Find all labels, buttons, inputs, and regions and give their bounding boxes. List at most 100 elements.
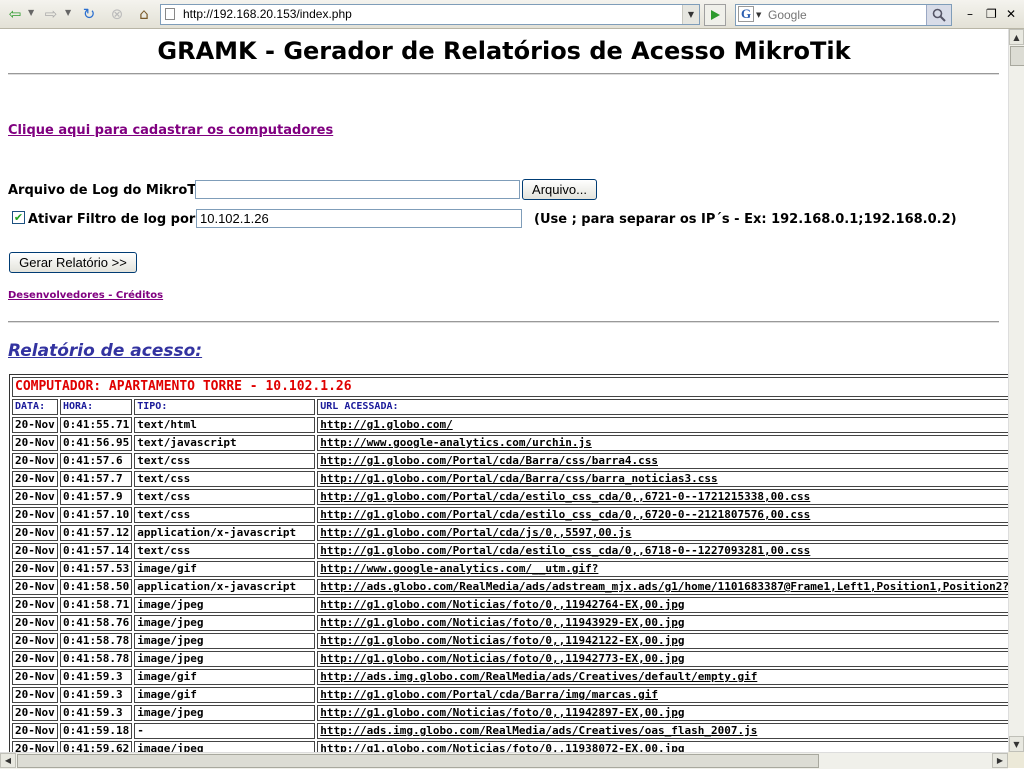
cell-type: application/x-javascript [134, 579, 316, 595]
cell-type: - [134, 723, 316, 739]
horizontal-scrollbar[interactable]: ◀ ▶ [0, 752, 1008, 769]
url-link[interactable]: http://g1.globo.com/Portal/cda/Barra/css… [320, 454, 658, 467]
cell-date: 20-Nov [12, 507, 58, 523]
url-link[interactable]: http://g1.globo.com/Portal/cda/Barra/img… [320, 688, 658, 701]
page-icon [165, 8, 175, 20]
table-row: 20-Nov 0:41:58.50 application/x-javascript… [12, 579, 1008, 595]
go-button[interactable] [704, 4, 726, 26]
url-link[interactable]: http://g1.globo.com/ [320, 418, 452, 431]
cell-time: 0:41:58.71 [60, 597, 133, 613]
cell-type: image/gif [134, 669, 316, 685]
ip-filter-checkbox[interactable]: ✔ [12, 211, 25, 224]
url-link[interactable]: http://g1.globo.com/Noticias/foto/0,,119… [320, 706, 684, 719]
cell-type: image/jpeg [134, 633, 316, 649]
cell-type: image/jpeg [134, 651, 316, 667]
url-link[interactable]: http://g1.globo.com/Portal/cda/estilo_cs… [320, 544, 810, 557]
cell-date: 20-Nov [12, 579, 58, 595]
search-box[interactable]: G ▼ [735, 4, 952, 26]
search-input[interactable] [768, 7, 918, 22]
scroll-up-arrow-icon[interactable]: ▲ [1009, 29, 1024, 45]
cell-time: 0:41:57.10 [60, 507, 133, 523]
divider [8, 73, 999, 75]
browse-file-button[interactable]: Arquivo... [522, 179, 597, 200]
computer-header: COMPUTADOR: APARTAMENTO TORRE - 10.102.1… [12, 377, 1008, 397]
log-file-label: Arquivo de Log do MikroTik: [8, 183, 215, 198]
search-icon [932, 8, 946, 22]
report-title: Relatório de acesso: [8, 341, 203, 361]
back-arrow-icon[interactable]: ⇦ [4, 3, 26, 25]
table-row: 20-Nov 0:41:59.62 image/jpeg http://g1.glob… [12, 741, 1008, 752]
scroll-down-arrow-icon[interactable]: ▼ [1009, 736, 1024, 752]
search-engine-dropdown-icon[interactable]: ▼ [756, 11, 761, 19]
url-link[interactable]: http://g1.globo.com/Portal/cda/js/0,,559… [320, 526, 631, 539]
cell-time: 0:41:59.3 [60, 687, 133, 703]
stop-icon[interactable]: ⊗ [106, 3, 128, 25]
reload-icon[interactable]: ↻ [78, 3, 100, 25]
url-link[interactable]: http://g1.globo.com/Noticias/foto/0,,119… [320, 634, 684, 647]
cell-url: http://g1.globo.com/Noticias/foto/0,,119… [317, 597, 1008, 613]
minimize-icon[interactable]: – [967, 7, 973, 21]
url-link[interactable]: http://ads.globo.com/RealMedia/ads/adstr… [320, 580, 1008, 593]
table-row: 20-Nov 0:41:57.12 application/x-javascript… [12, 525, 1008, 541]
url-link[interactable]: http://g1.globo.com/Noticias/foto/0,,119… [320, 742, 684, 752]
home-icon[interactable]: ⌂ [133, 3, 155, 25]
address-bar[interactable]: ▼ [160, 4, 700, 25]
cell-date: 20-Nov [12, 543, 58, 559]
url-link[interactable]: http://g1.globo.com/Portal/cda/estilo_cs… [320, 508, 810, 521]
search-button[interactable] [926, 5, 951, 25]
forward-history-dropdown-icon[interactable]: ▼ [65, 8, 71, 17]
cell-url: http://g1.globo.com/Portal/cda/Barra/css… [317, 453, 1008, 469]
cell-time: 0:41:56.95 [60, 435, 133, 451]
table-row: 20-Nov 0:41:57.6 text/css http://g1.globo.c… [12, 453, 1008, 469]
generate-report-button[interactable]: Gerar Relatório >> [9, 252, 137, 273]
cell-type: text/css [134, 489, 316, 505]
search-engine-icon[interactable]: G [738, 6, 754, 22]
vertical-scrollbar[interactable]: ▲ ▼ [1008, 29, 1024, 752]
url-history-dropdown-icon[interactable]: ▼ [682, 5, 699, 24]
url-input[interactable] [183, 6, 663, 22]
column-header-time: HORA: [60, 399, 133, 415]
url-link[interactable]: http://g1.globo.com/Noticias/foto/0,,119… [320, 652, 684, 665]
table-row: 20-Nov 0:41:57.53 image/gif http://www.goog… [12, 561, 1008, 577]
url-link[interactable]: http://ads.img.globo.com/RealMedia/ads/C… [320, 670, 757, 683]
cell-url: http://ads.globo.com/RealMedia/ads/adstr… [317, 579, 1008, 595]
cell-time: 0:41:57.6 [60, 453, 133, 469]
cell-time: 0:41:59.3 [60, 669, 133, 685]
url-link[interactable]: http://g1.globo.com/Noticias/foto/0,,119… [320, 598, 684, 611]
horizontal-scroll-thumb[interactable] [17, 754, 819, 768]
divider [8, 321, 999, 323]
vertical-scroll-thumb[interactable] [1010, 46, 1024, 66]
cell-time: 0:41:57.12 [60, 525, 133, 541]
cell-time: 0:41:59.62 [60, 741, 133, 752]
scroll-right-arrow-icon[interactable]: ▶ [992, 753, 1008, 768]
url-link[interactable]: http://g1.globo.com/Portal/cda/estilo_cs… [320, 490, 810, 503]
report-table: COMPUTADOR: APARTAMENTO TORRE - 10.102.1… [9, 374, 1008, 752]
url-link[interactable]: http://g1.globo.com/Noticias/foto/0,,119… [320, 616, 684, 629]
cell-url: http://g1.globo.com/Portal/cda/Barra/img… [317, 687, 1008, 703]
cell-date: 20-Nov [12, 453, 58, 469]
cell-date: 20-Nov [12, 597, 58, 613]
table-row: 20-Nov 0:41:57.14 text/css http://g1.globo.… [12, 543, 1008, 559]
page-title: GRAMK - Gerador de Relatórios de Acesso … [157, 37, 851, 65]
forward-arrow-icon[interactable]: ⇨ [40, 3, 62, 25]
log-file-input[interactable] [195, 180, 520, 199]
cell-url: http://g1.globo.com/Noticias/foto/0,,119… [317, 615, 1008, 631]
cell-date: 20-Nov [12, 723, 58, 739]
back-history-dropdown-icon[interactable]: ▼ [28, 8, 34, 17]
scroll-left-arrow-icon[interactable]: ◀ [0, 753, 16, 768]
url-link[interactable]: http://www.google-analytics.com/urchin.j… [320, 436, 592, 449]
cell-date: 20-Nov [12, 471, 58, 487]
credits-link[interactable]: Desenvolvedores - Créditos [8, 290, 163, 301]
cell-type: text/css [134, 543, 316, 559]
register-computers-link[interactable]: Clique aqui para cadastrar os computador… [8, 123, 333, 138]
cell-type: image/jpeg [134, 597, 316, 613]
cell-date: 20-Nov [12, 687, 58, 703]
url-link[interactable]: http://g1.globo.com/Portal/cda/Barra/css… [320, 472, 717, 485]
url-link[interactable]: http://www.google-analytics.com/__utm.gi… [320, 562, 598, 575]
close-icon[interactable]: ✕ [1006, 7, 1016, 21]
ip-filter-input[interactable] [196, 209, 522, 228]
cell-type: image/gif [134, 687, 316, 703]
url-link[interactable]: http://ads.img.globo.com/RealMedia/ads/C… [320, 724, 757, 737]
table-header-row: DATA: HORA: TIPO: URL ACESSADA: [12, 399, 1008, 415]
restore-icon[interactable]: ❐ [986, 7, 997, 21]
